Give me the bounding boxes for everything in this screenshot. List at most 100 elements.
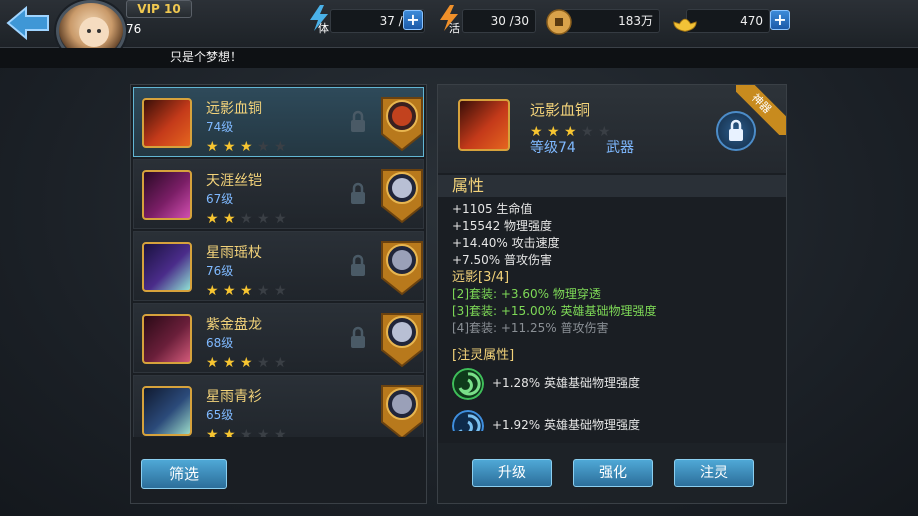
activity-value-text: 30 /30: [490, 14, 529, 28]
activity-value: 30 /30: [462, 9, 536, 33]
attributes-list[interactable]: +1105 生命值 +15542 物理强度 +14.40% 攻击速度 +7.50…: [452, 201, 782, 431]
hero-portrait-badge[interactable]: [380, 238, 424, 296]
corner-tag-label: 神器: [736, 85, 786, 135]
strengthen-button[interactable]: 强化: [573, 459, 653, 487]
player-level: 76: [126, 22, 142, 36]
empty-star-icon: ★: [240, 211, 253, 227]
detail-star-rating: ★ ★ ★ ★ ★: [530, 121, 615, 139]
upgrade-button[interactable]: 升级: [472, 459, 552, 487]
blue-soul-orb-icon: [452, 410, 484, 431]
equipment-icon: [142, 386, 192, 436]
lock-icon[interactable]: [348, 182, 368, 206]
star-rating: ★ ★ ★ ★ ★: [206, 280, 291, 298]
ingots-plus-button[interactable]: +: [770, 10, 790, 30]
lock-icon[interactable]: [348, 110, 368, 134]
coins-value: 183万: [562, 9, 660, 33]
set-bonus-line: [2]套装: +3.60% 物理穿透: [452, 287, 601, 301]
equipment-icon: [142, 242, 192, 292]
equipment-item-3[interactable]: 紫金盘龙 68级 ★ ★ ★ ★ ★: [133, 303, 424, 373]
empty-star-icon: ★: [240, 427, 253, 437]
back-button[interactable]: [4, 4, 50, 42]
stamina-plus-button[interactable]: +: [403, 10, 423, 30]
detail-equipment-icon: [458, 99, 510, 151]
filled-star-icon: ★: [206, 283, 219, 299]
empty-star-icon: ★: [274, 139, 287, 155]
empty-star-icon: ★: [581, 124, 594, 140]
empty-star-icon: ★: [257, 427, 270, 437]
hero-portrait-badge[interactable]: [380, 310, 424, 368]
detail-header: 远影血铜 ★ ★ ★ ★ ★ 等级74 武器 神器: [438, 85, 786, 173]
action-bar: 升级 强化 注灵: [438, 443, 786, 503]
filled-star-icon: ★: [240, 283, 253, 299]
motto-strip: [0, 48, 918, 68]
attribute-line: +14.40% 攻击速度: [452, 236, 560, 250]
equipment-name: 紫金盘龙: [206, 317, 262, 333]
equipment-name: 远影血铜: [206, 101, 262, 117]
equipment-level: 76级: [206, 264, 234, 278]
gold-ingot-icon: [673, 18, 697, 32]
star-rating: ★ ★ ★ ★ ★: [206, 424, 291, 437]
hero-portrait-badge[interactable]: [380, 94, 424, 152]
back-arrow-icon: [6, 5, 49, 41]
star-rating: ★ ★ ★ ★ ★: [206, 352, 291, 370]
star-rating: ★ ★ ★ ★ ★: [206, 136, 291, 154]
empty-star-icon: ★: [257, 355, 270, 371]
filter-button[interactable]: 筛选: [141, 459, 227, 489]
empty-star-icon: ★: [274, 283, 287, 299]
avatar-eye-icon: [97, 29, 101, 33]
filled-star-icon: ★: [206, 139, 219, 155]
filled-star-icon: ★: [240, 355, 253, 371]
filled-star-icon: ★: [223, 139, 236, 155]
filled-star-icon: ★: [240, 139, 253, 155]
attribute-line: +1105 生命值: [452, 202, 533, 216]
equipment-detail-panel: 远影血铜 ★ ★ ★ ★ ★ 等级74 武器 神器 属性 +1105 生命值 +1554…: [437, 84, 787, 504]
empty-star-icon: ★: [274, 211, 287, 227]
soul-attributes-title: [注灵属性]: [452, 348, 515, 363]
equipment-level: 68级: [206, 336, 234, 350]
equipment-item-2[interactable]: 星雨瑶杖 76级 ★ ★ ★ ★ ★: [133, 231, 424, 301]
equipment-level: 65级: [206, 408, 234, 422]
equipment-list-panel: 远影血铜 74级 ★ ★ ★ ★ ★ 天涯丝铠 67级 ★ ★ ★ ★ ★ 星雨瑶杖 76级 ★…: [130, 84, 427, 504]
filled-star-icon: ★: [223, 427, 236, 437]
equipment-item-1[interactable]: 天涯丝铠 67级 ★ ★ ★ ★ ★: [133, 159, 424, 229]
empty-star-icon: ★: [274, 355, 287, 371]
equipment-icon: [142, 170, 192, 220]
equipment-name: 星雨青衫: [206, 389, 262, 405]
equipment-item-4[interactable]: 星雨青衫 65级 ★ ★ ★ ★ ★: [133, 375, 424, 437]
filled-star-icon: ★: [206, 355, 219, 371]
infuse-button[interactable]: 注灵: [674, 459, 754, 487]
green-soul-orb-icon: [452, 368, 484, 400]
equipment-icon: [142, 314, 192, 364]
activity-label: 活: [449, 22, 460, 35]
equipment-item-0[interactable]: 远影血铜 74级 ★ ★ ★ ★ ★: [133, 87, 424, 157]
avatar-eye-icon: [87, 29, 91, 33]
attribute-line: +15542 物理强度: [452, 219, 553, 233]
coins-value-text: 183万: [618, 14, 653, 28]
player-motto: 只是个梦想！: [170, 50, 243, 64]
attributes-header: 属性: [438, 175, 786, 197]
lock-icon[interactable]: [348, 326, 368, 350]
equipment-level: 67级: [206, 192, 234, 206]
star-rating: ★ ★ ★ ★ ★: [206, 208, 291, 226]
filled-star-icon: ★: [206, 211, 219, 227]
detail-type: 武器: [606, 140, 634, 156]
empty-star-icon: ★: [257, 211, 270, 227]
set-bonus-line: [3]套装: +15.00% 英雄基础物理强度: [452, 304, 657, 318]
filled-star-icon: ★: [223, 355, 236, 371]
equipment-list[interactable]: 远影血铜 74级 ★ ★ ★ ★ ★ 天涯丝铠 67级 ★ ★ ★ ★ ★ 星雨瑶杖 76级 ★…: [133, 87, 424, 437]
attribute-line: +7.50% 普攻伤害: [452, 253, 552, 267]
ingots-value: 470: [686, 9, 770, 33]
filled-star-icon: ★: [206, 427, 219, 437]
hero-portrait-badge[interactable]: [380, 382, 424, 437]
lock-icon[interactable]: [348, 254, 368, 278]
empty-star-icon: ★: [257, 283, 270, 299]
hero-portrait-badge[interactable]: [380, 166, 424, 224]
vip-badge[interactable]: VIP 10: [126, 0, 192, 18]
detail-equipment-name: 远影血铜: [530, 101, 591, 119]
top-bar: VIP 10 76 37 /50 体 + 30 /30 活 183万 470 +: [0, 0, 918, 62]
soul-attribute-row: +1.92% 英雄基础物理强度: [452, 410, 782, 431]
set-title: 远影[3/4]: [452, 270, 510, 285]
filled-star-icon: ★: [223, 283, 236, 299]
empty-star-icon: ★: [274, 427, 287, 437]
soul-attribute-text: +1.92% 英雄基础物理强度: [492, 418, 640, 431]
